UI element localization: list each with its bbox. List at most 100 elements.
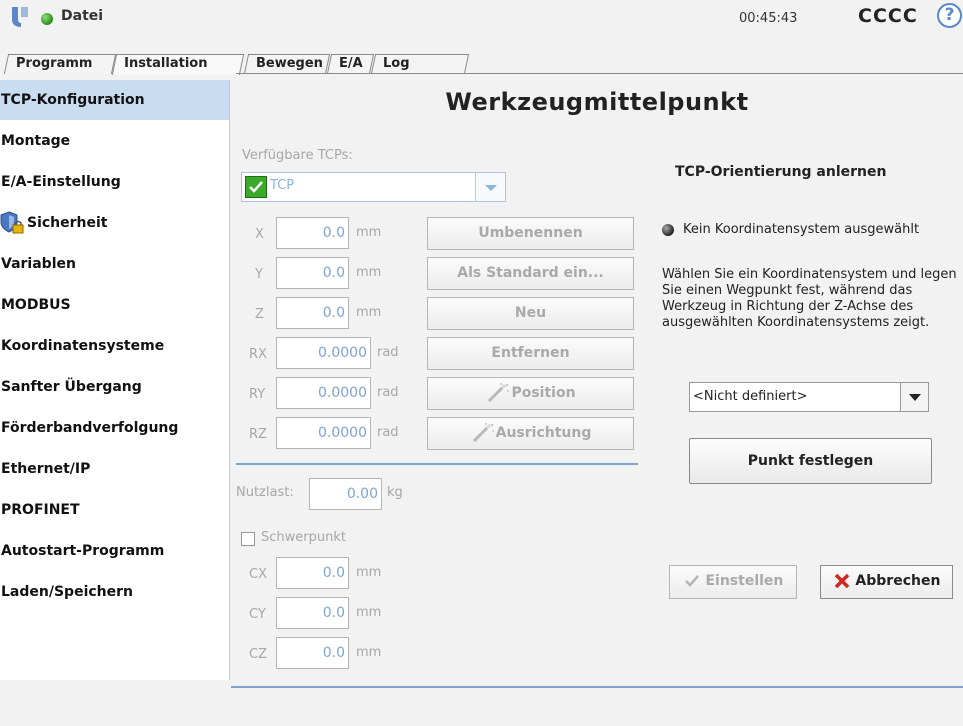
pose-rx-unit: rad — [377, 345, 399, 360]
orientation-panel-title: TCP-Orientierung anlernen — [675, 164, 887, 180]
pose-y-input[interactable]: 0.0 — [276, 257, 349, 289]
sidebar-item-label: E/A-Einstellung — [1, 174, 121, 190]
rename-button[interactable]: Umbenennen — [427, 217, 634, 250]
payload-unit: kg — [387, 485, 403, 500]
pose-rz-unit: rad — [377, 425, 399, 440]
tab-label: E/A — [339, 56, 363, 71]
sidebar-item-modbus[interactable]: MODBUS — [0, 285, 229, 325]
new-button[interactable]: Neu — [427, 297, 634, 330]
tab-divider — [236, 73, 963, 74]
sidebar-item-label: TCP-Konfiguration — [1, 92, 145, 108]
orientation-button-label: Ausrichtung — [495, 425, 592, 441]
orientation-instructions: Wählen Sie ein Koordinatensystem und leg… — [662, 267, 957, 330]
sidebar-item-label: MODBUS — [1, 297, 71, 313]
pose-y-label: Y — [255, 267, 263, 282]
sidebar-item-safety[interactable]: Sicherheit — [0, 203, 229, 243]
cog-y-label: CY — [249, 607, 266, 622]
sidebar: TCP-Konfiguration Montage E/A-Einstellun… — [0, 80, 230, 680]
sidebar-item-label: Laden/Speichern — [1, 584, 133, 600]
pose-z-input[interactable]: 0.0 — [276, 297, 349, 329]
tab-io[interactable]: E/A — [326, 54, 375, 74]
page-title: Werkzeugmittelpunkt — [445, 88, 749, 116]
sidebar-item-label: Förderbandverfolgung — [1, 420, 179, 436]
cog-x-unit: mm — [356, 565, 382, 580]
magic-wand-icon — [472, 423, 494, 443]
tab-label: Bewegen — [256, 56, 323, 71]
tab-move[interactable]: Bewegen — [243, 54, 331, 74]
frame-status-text: Kein Koordinatensystem ausgewählt — [683, 222, 920, 237]
sidebar-item-conveyor-tracking[interactable]: Förderbandverfolgung — [0, 408, 229, 448]
tcp-select[interactable]: TCP — [241, 172, 506, 202]
sidebar-item-io-setup[interactable]: E/A-Einstellung — [0, 162, 229, 202]
sidebar-item-mounting[interactable]: Montage — [0, 121, 229, 161]
shield-lock-icon — [0, 211, 24, 234]
available-tcps-label: Verfügbare TCPs: — [242, 148, 353, 163]
cog-z-label: CZ — [249, 647, 267, 662]
chevron-down-icon[interactable] — [900, 383, 928, 411]
sidebar-item-features[interactable]: Koordinatensysteme — [0, 326, 229, 366]
check-icon — [245, 176, 267, 198]
frame-select[interactable]: <Nicht definiert> — [689, 382, 929, 412]
tab-bar: Programm Installation Bewegen E/A Log — [3, 32, 963, 75]
sidebar-item-load-save[interactable]: Laden/Speichern — [0, 572, 229, 612]
sidebar-item-autostart-program[interactable]: Autostart-Programm — [0, 531, 229, 571]
cancel-button[interactable]: Abbrechen — [820, 565, 953, 599]
pose-x-input[interactable]: 0.0 — [276, 217, 349, 249]
tcp-select-value: TCP — [270, 178, 295, 193]
set-point-button[interactable]: Punkt festlegen — [689, 438, 932, 484]
sidebar-item-label: Autostart-Programm — [1, 543, 165, 559]
pose-rz-input[interactable]: 0.0000 — [276, 417, 371, 449]
pose-ry-unit: rad — [377, 385, 399, 400]
pose-y-unit: mm — [356, 265, 382, 280]
tab-label: Log — [383, 56, 410, 71]
frame-status-icon — [662, 224, 674, 236]
sidebar-item-label: Montage — [1, 133, 71, 149]
tab-label: Programm — [16, 56, 93, 71]
sidebar-item-ethernet-ip[interactable]: Ethernet/IP — [0, 449, 229, 489]
magic-wand-icon — [488, 383, 510, 403]
position-wizard-button[interactable]: Position — [427, 377, 634, 410]
payload-label: Nutzlast: — [236, 485, 294, 500]
sidebar-item-tcp-configuration[interactable]: TCP-Konfiguration — [0, 80, 229, 120]
cog-z-input[interactable]: 0.0 — [276, 637, 349, 669]
robot-name: CCCC — [858, 5, 918, 27]
sidebar-item-variables[interactable]: Variablen — [0, 244, 229, 284]
pose-ry-label: RY — [249, 387, 266, 402]
cog-z-unit: mm — [356, 645, 382, 660]
help-icon[interactable]: ? — [937, 3, 962, 28]
cog-y-unit: mm — [356, 605, 382, 620]
tab-log[interactable]: Log — [370, 54, 470, 74]
tab-program[interactable]: Programm — [3, 54, 117, 74]
remove-button[interactable]: Entfernen — [427, 337, 634, 370]
pose-rx-label: RX — [249, 347, 267, 362]
set-default-button[interactable]: Als Standard ein... — [427, 257, 634, 290]
sidebar-item-label: Ethernet/IP — [1, 461, 91, 477]
cog-x-label: CX — [249, 567, 267, 582]
content-bottom-divider — [231, 686, 963, 688]
sidebar-item-label: Variablen — [1, 256, 76, 272]
sidebar-item-profinet[interactable]: PROFINET — [0, 490, 229, 530]
pose-ry-input[interactable]: 0.0000 — [276, 377, 371, 409]
pose-x-label: X — [255, 227, 264, 242]
cog-label: Schwerpunkt — [261, 530, 346, 545]
check-icon — [684, 575, 699, 587]
frame-select-value: <Nicht definiert> — [693, 389, 808, 404]
sidebar-item-label: PROFINET — [1, 502, 80, 518]
pose-rx-input[interactable]: 0.0000 — [276, 337, 371, 369]
cog-checkbox[interactable] — [241, 532, 255, 546]
orientation-wizard-button[interactable]: Ausrichtung — [427, 417, 634, 450]
payload-input[interactable]: 0.00 — [309, 478, 382, 510]
cancel-button-label: Abbrechen — [855, 573, 941, 589]
main-panel: Werkzeugmittelpunkt Verfügbare TCPs: TCP… — [231, 80, 963, 686]
file-menu[interactable]: Datei — [61, 8, 103, 24]
cog-y-input[interactable]: 0.0 — [276, 597, 349, 629]
sidebar-item-smooth-transition[interactable]: Sanfter Übergang — [0, 367, 229, 407]
pose-z-unit: mm — [356, 305, 382, 320]
section-divider — [236, 463, 638, 465]
tab-installation[interactable]: Installation — [111, 54, 245, 75]
apply-button[interactable]: Einstellen — [669, 565, 797, 599]
cog-x-input[interactable]: 0.0 — [276, 557, 349, 589]
apply-button-label: Einstellen — [705, 573, 784, 589]
ur-logo-icon — [12, 7, 28, 27]
chevron-down-icon[interactable] — [475, 173, 505, 201]
